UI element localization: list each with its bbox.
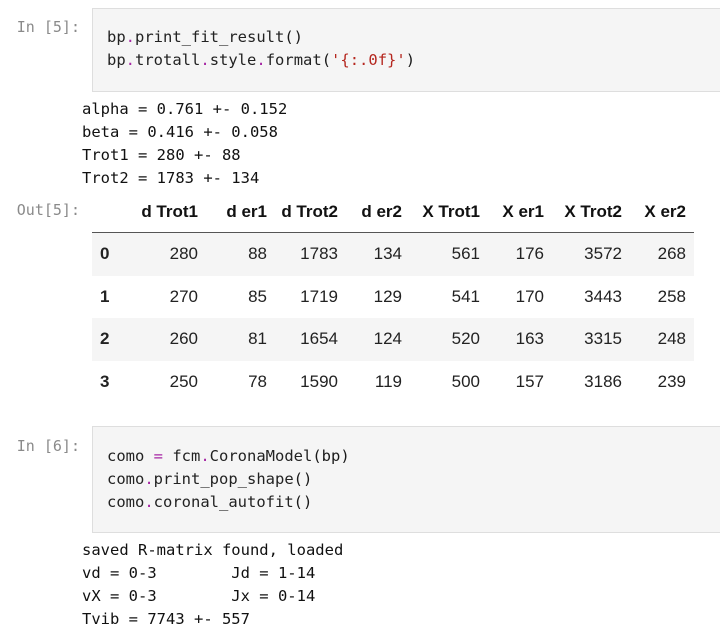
table-cell: 3315 [553, 318, 631, 361]
table-cell: 176 [489, 232, 553, 276]
table-cell: 129 [373, 286, 402, 306]
column-header: X er1 [489, 192, 553, 233]
table-cell: 520 [411, 318, 489, 361]
code-token: style [209, 51, 257, 69]
row-index: 1 [100, 286, 110, 306]
code-token: () [293, 493, 313, 511]
dataframe-table: d Trot1 d er1 d Trot2 d er2 X Trot1 X er… [92, 192, 694, 403]
cell6-input-prompt: In [6]: [16, 437, 80, 455]
table-cell: 170 [515, 286, 544, 306]
column-header: X er2 [631, 192, 694, 233]
code-line: como.print_pop_shape() [107, 468, 312, 491]
column-header: d Trot1 [134, 192, 207, 233]
table-cell: 248 [631, 318, 694, 361]
table-cell: 3572 [553, 232, 631, 276]
table-cell: 81 [207, 318, 276, 361]
cell5-input-prompt: In [5]: [16, 18, 80, 36]
table-row: 0 280 88 1783 134 561 176 3572 268 [92, 232, 694, 276]
code-token: bp [107, 28, 126, 46]
table-cell: 1590 [300, 371, 338, 391]
row-index: 0 [92, 232, 134, 276]
table-cell: 88 [207, 232, 276, 276]
table-cell: 239 [657, 371, 686, 391]
code-line: como = fcm.CoronaModel(bp) [107, 445, 350, 468]
row-index: 3 [100, 371, 110, 391]
stdout-line: beta = 0.416 +- 0.058 [82, 123, 278, 141]
column-header: d er1 [207, 192, 276, 233]
stdout-line: vX = 0-3 Jx = 0-14 [82, 587, 316, 605]
code-token: format [265, 51, 322, 69]
table-cell: 1719 [300, 286, 338, 306]
code-token: () [284, 28, 303, 46]
table-cell: 280 [134, 232, 207, 276]
cell5-code-editor[interactable]: bp.print_fit_result() bp.trotall.style.f… [92, 8, 720, 92]
stdout-line: Tvib = 7743 +- 557 [82, 610, 250, 628]
table-row: 3 250 78 1590 119 500 157 3186 239 [92, 361, 694, 404]
table-cell: 250 [169, 371, 198, 391]
column-header: d er2 [347, 192, 411, 233]
code-token: print_fit_result [135, 28, 285, 46]
code-token: '{:.0f}' [331, 51, 406, 69]
table-cell: 268 [631, 232, 694, 276]
code-token: como [107, 447, 145, 465]
stdout-line: Trot2 = 1783 +- 134 [82, 169, 260, 187]
table-cell: 163 [489, 318, 553, 361]
table-row: 2 260 81 1654 124 520 163 3315 248 [92, 318, 694, 361]
table-cell: 270 [169, 286, 198, 306]
cell5-output-prompt: Out[5]: [16, 201, 80, 219]
code-token: . [125, 51, 136, 69]
code-line: como.coronal_autofit() [107, 491, 312, 514]
table-cell: 157 [515, 371, 544, 391]
table-cell: 78 [248, 371, 267, 391]
table-cell: 134 [347, 232, 411, 276]
table-row: 1 270 85 1719 129 541 170 3443 258 [92, 276, 694, 319]
code-token: fcm [172, 447, 201, 465]
code-line: bp.print_fit_result() [107, 26, 303, 49]
column-header: d Trot2 [276, 192, 347, 233]
column-header: X Trot2 [553, 192, 631, 233]
table-cell: 3186 [584, 371, 622, 391]
table-cell: 541 [451, 286, 480, 306]
code-token: como [107, 493, 145, 511]
code-token: . [125, 28, 136, 46]
table-header-row: d Trot1 d er1 d Trot2 d er2 X Trot1 X er… [92, 192, 694, 233]
code-token: = [144, 447, 173, 465]
row-index: 2 [92, 318, 134, 361]
code-token: trotall [135, 51, 201, 69]
code-token: ) [405, 51, 416, 69]
code-token: () [293, 470, 313, 488]
code-token: . [200, 51, 210, 69]
table-cell: 119 [374, 371, 402, 391]
cell6-code-editor[interactable]: como = fcm.CoronaModel(bp) como.print_po… [92, 426, 720, 533]
code-token: CoronaModel [209, 447, 313, 465]
code-token: (bp) [312, 447, 350, 465]
table-cell: 1783 [276, 232, 347, 276]
table-cell: 561 [411, 232, 489, 276]
code-token: como [107, 470, 145, 488]
code-token: coronal_autofit [153, 493, 294, 511]
code-token: ( [321, 51, 332, 69]
table-cell: 124 [347, 318, 411, 361]
stdout-line: saved R-matrix found, loaded [82, 541, 344, 559]
code-token: . [256, 51, 266, 69]
stdout-line: alpha = 0.761 +- 0.152 [82, 100, 288, 118]
table-cell: 260 [134, 318, 207, 361]
stdout-line: vd = 0-3 Jd = 1-14 [82, 564, 316, 582]
table-cell: 3443 [584, 286, 622, 306]
code-token: . [200, 447, 210, 465]
index-header [92, 192, 134, 233]
code-line: bp.trotall.style.format('{:.0f}') [107, 49, 415, 72]
stdout-line: Trot1 = 280 +- 88 [82, 146, 241, 164]
code-token: bp [107, 51, 126, 69]
code-token: . [144, 493, 154, 511]
table-cell: 258 [657, 286, 686, 306]
column-header: X Trot1 [411, 192, 489, 233]
code-token: . [144, 470, 154, 488]
table-cell: 500 [451, 371, 480, 391]
table-cell: 85 [248, 286, 267, 306]
code-token: print_pop_shape [153, 470, 294, 488]
table-cell: 1654 [276, 318, 347, 361]
